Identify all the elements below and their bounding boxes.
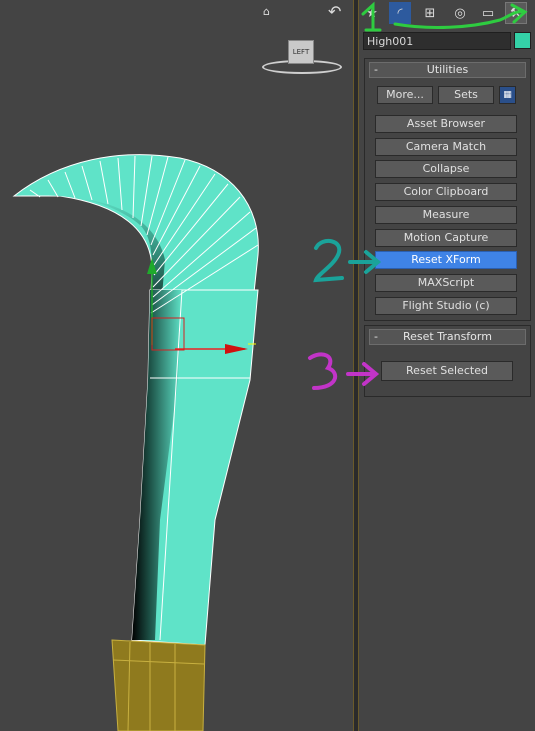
camera-match-button[interactable]: Camera Match <box>375 138 517 156</box>
star-icon[interactable]: ★ <box>361 2 383 24</box>
reset-xform-button[interactable]: Reset XForm <box>375 251 517 269</box>
asset-browser-button[interactable]: Asset Browser <box>375 115 517 133</box>
orbit-arrow-icon[interactable]: ↶ <box>328 2 341 21</box>
viewport-left[interactable]: LEFT ⌂ ↶ <box>0 0 353 731</box>
collapse-button[interactable]: Collapse <box>375 160 517 178</box>
flight-studio-button[interactable]: Flight Studio (c) <box>375 297 517 315</box>
viewcube[interactable]: LEFT <box>262 38 342 78</box>
rollout-title: Utilities <box>426 63 469 76</box>
hammer-icon[interactable]: ⚒ <box>505 2 527 24</box>
home-icon[interactable]: ⌂ <box>263 5 270 18</box>
command-panel: ★ ◜ ⊞ ◎ ▭ ⚒ High001 - Utilities More... … <box>359 0 535 731</box>
motion-icon[interactable]: ◎ <box>449 2 471 24</box>
sets-button[interactable]: Sets <box>438 86 494 104</box>
more-button[interactable]: More... <box>377 86 433 104</box>
rollout-title: Reset Transform <box>403 330 492 343</box>
reset-selected-button[interactable]: Reset Selected <box>381 361 513 381</box>
display-icon[interactable]: ▭ <box>477 2 499 24</box>
motion-capture-button[interactable]: Motion Capture <box>375 229 517 247</box>
configure-sets-icon[interactable]: ▦ <box>499 86 516 104</box>
reset-transform-rollout-header[interactable]: - Reset Transform <box>369 329 526 345</box>
scene-svg <box>12 154 259 731</box>
reset-transform-rollout: - Reset Transform Reset Selected <box>364 325 531 397</box>
handle <box>111 639 206 731</box>
collapse-toggle[interactable]: - <box>374 330 378 344</box>
hierarchy-icon[interactable]: ⊞ <box>419 2 441 24</box>
color-clipboard-button[interactable]: Color Clipboard <box>375 183 517 201</box>
modify-curve-icon[interactable]: ◜ <box>389 2 411 24</box>
utilities-rollout-header[interactable]: - Utilities <box>369 62 526 78</box>
object-color-swatch[interactable] <box>514 32 531 49</box>
object-name-field[interactable]: High001 <box>363 32 511 50</box>
maxscript-button[interactable]: MAXScript <box>375 274 517 292</box>
viewcube-face[interactable]: LEFT <box>288 40 314 64</box>
utilities-rollout: - Utilities More... Sets ▦ Asset Browser… <box>364 58 531 321</box>
collapse-toggle[interactable]: - <box>374 63 378 77</box>
measure-button[interactable]: Measure <box>375 206 517 224</box>
command-panel-tabs: ★ ◜ ⊞ ◎ ▭ ⚒ <box>359 0 535 28</box>
